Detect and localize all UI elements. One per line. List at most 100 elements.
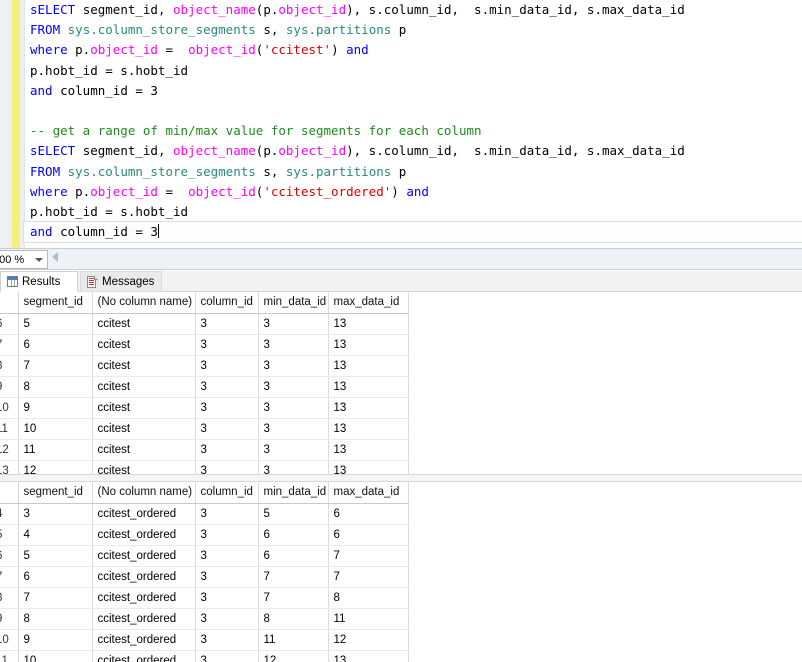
column-header[interactable]: segment_id — [18, 292, 93, 314]
row-number-cell[interactable]: 7 — [0, 566, 19, 588]
table-cell[interactable]: 13 — [328, 397, 409, 419]
table-row[interactable]: 1211ccitest3313 — [0, 439, 409, 461]
table-row[interactable]: 109ccitest3313 — [0, 397, 409, 419]
table-cell[interactable]: 3 — [195, 650, 259, 662]
table-cell[interactable]: 3 — [258, 397, 329, 419]
row-number-header[interactable] — [0, 482, 19, 504]
row-number-cell[interactable]: 8 — [0, 355, 19, 377]
table-cell[interactable]: 6 — [258, 524, 329, 546]
grid-splitter[interactable] — [0, 474, 802, 482]
table-row[interactable]: 76ccitest3313 — [0, 334, 409, 356]
table-cell[interactable]: 11 — [18, 439, 93, 461]
table-cell[interactable]: 13 — [328, 460, 409, 474]
row-number-cell[interactable]: 13 — [0, 460, 19, 474]
column-header[interactable]: (No column name) — [92, 482, 196, 504]
column-header[interactable]: min_data_id — [258, 482, 329, 504]
table-cell[interactable]: 6 — [328, 503, 409, 525]
table-cell[interactable]: 11 — [328, 608, 409, 630]
table-cell[interactable]: ccitest — [92, 460, 196, 474]
row-number-cell[interactable]: 6 — [0, 313, 19, 335]
table-cell[interactable]: 4 — [18, 524, 93, 546]
code-line[interactable]: p.hobt_id = s.hobt_id — [24, 61, 802, 81]
table-cell[interactable]: 6 — [258, 545, 329, 567]
table-cell[interactable]: 7 — [18, 587, 93, 609]
table-cell[interactable]: 6 — [328, 524, 409, 546]
column-header[interactable]: max_data_id — [328, 292, 409, 314]
table-cell[interactable]: 12 — [258, 650, 329, 662]
code-line[interactable]: sELECT segment_id, object_name(p.object_… — [24, 141, 802, 161]
table-row[interactable]: 43ccitest_ordered356 — [0, 503, 409, 525]
code-line[interactable]: FROM sys.column_store_segments s, sys.pa… — [24, 20, 802, 40]
table-cell[interactable]: 3 — [258, 334, 329, 356]
table-row[interactable]: 109ccitest_ordered31112 — [0, 629, 409, 651]
code-line[interactable]: and column_id = 3 — [24, 81, 802, 101]
table-cell[interactable]: 10 — [18, 650, 93, 662]
table-cell[interactable]: ccitest_ordered — [92, 566, 196, 588]
row-number-cell[interactable]: 11 — [0, 418, 19, 440]
row-number-cell[interactable]: 5 — [0, 524, 19, 546]
table-cell[interactable]: 3 — [258, 460, 329, 474]
table-row[interactable]: 87ccitest3313 — [0, 355, 409, 377]
table-cell[interactable]: 5 — [18, 545, 93, 567]
row-number-cell[interactable]: 7 — [0, 334, 19, 356]
code-line[interactable]: FROM sys.column_store_segments s, sys.pa… — [24, 162, 802, 182]
table-cell[interactable]: 3 — [195, 376, 259, 398]
table-row[interactable]: 98ccitest3313 — [0, 376, 409, 398]
table-cell[interactable]: 8 — [18, 608, 93, 630]
table-cell[interactable]: 3 — [195, 418, 259, 440]
row-number-cell[interactable]: 9 — [0, 376, 19, 398]
table-cell[interactable]: 8 — [328, 587, 409, 609]
table-cell[interactable]: ccitest — [92, 439, 196, 461]
table-cell[interactable]: 3 — [195, 355, 259, 377]
table-cell[interactable]: 3 — [195, 545, 259, 567]
table-cell[interactable]: 7 — [328, 545, 409, 567]
row-number-cell[interactable]: 9 — [0, 608, 19, 630]
table-cell[interactable]: 13 — [328, 355, 409, 377]
code-line[interactable]: p.hobt_id = s.hobt_id — [24, 202, 802, 222]
column-header[interactable]: min_data_id — [258, 292, 329, 314]
code-line[interactable]: where p.object_id = object_id('ccitest_o… — [24, 182, 802, 202]
row-number-header[interactable] — [0, 292, 19, 314]
table-cell[interactable]: 3 — [195, 503, 259, 525]
table-cell[interactable]: 3 — [258, 418, 329, 440]
row-number-cell[interactable]: 10 — [0, 629, 19, 651]
scroll-left-arrow-icon[interactable] — [52, 252, 58, 262]
row-number-cell[interactable]: 11 — [0, 650, 19, 662]
row-number-cell[interactable]: 6 — [0, 545, 19, 567]
code-line[interactable]: where p.object_id = object_id('ccitest')… — [24, 40, 802, 60]
table-cell[interactable]: 13 — [328, 439, 409, 461]
table-cell[interactable]: ccitest_ordered — [92, 608, 196, 630]
table-row[interactable]: 65ccitest3313 — [0, 313, 409, 335]
table-cell[interactable]: 3 — [195, 524, 259, 546]
table-cell[interactable]: ccitest — [92, 334, 196, 356]
row-number-cell[interactable]: 12 — [0, 439, 19, 461]
result-table-2[interactable]: segment_id (No column name) column_id min_d… — [0, 482, 409, 662]
result-table-1[interactable]: segment_id (No column name) column_id min_d… — [0, 292, 409, 474]
code-line[interactable]: sELECT segment_id, object_name(p.object_… — [24, 0, 802, 20]
table-cell[interactable]: 8 — [18, 376, 93, 398]
table-cell[interactable]: 3 — [258, 439, 329, 461]
table-cell[interactable]: 13 — [328, 313, 409, 335]
table-cell[interactable]: ccitest_ordered — [92, 629, 196, 651]
table-cell[interactable]: 11 — [258, 629, 329, 651]
table-cell[interactable]: 10 — [18, 418, 93, 440]
table-cell[interactable]: 7 — [258, 566, 329, 588]
table-row[interactable]: 1110ccitest3313 — [0, 418, 409, 440]
table-cell[interactable]: 3 — [195, 608, 259, 630]
row-number-cell[interactable]: 4 — [0, 503, 19, 525]
column-header[interactable]: column_id — [195, 292, 259, 314]
zoom-level-combobox[interactable]: 100 % — [0, 250, 48, 269]
column-header[interactable]: column_id — [195, 482, 259, 504]
table-cell[interactable]: 3 — [195, 313, 259, 335]
code-line[interactable]: -- get a range of min/max value for segm… — [24, 121, 802, 141]
column-header[interactable]: max_data_id — [328, 482, 409, 504]
table-cell[interactable]: ccitest_ordered — [92, 503, 196, 525]
sql-code-text[interactable]: sELECT segment_id, object_name(p.object_… — [23, 0, 802, 248]
table-cell[interactable]: 8 — [258, 608, 329, 630]
table-cell[interactable]: 13 — [328, 650, 409, 662]
table-row[interactable]: 1110ccitest_ordered31213 — [0, 650, 409, 662]
tab-messages[interactable]: Messages — [80, 271, 162, 292]
table-cell[interactable]: 3 — [195, 334, 259, 356]
table-cell[interactable]: 7 — [258, 587, 329, 609]
table-cell[interactable]: 3 — [195, 460, 259, 474]
